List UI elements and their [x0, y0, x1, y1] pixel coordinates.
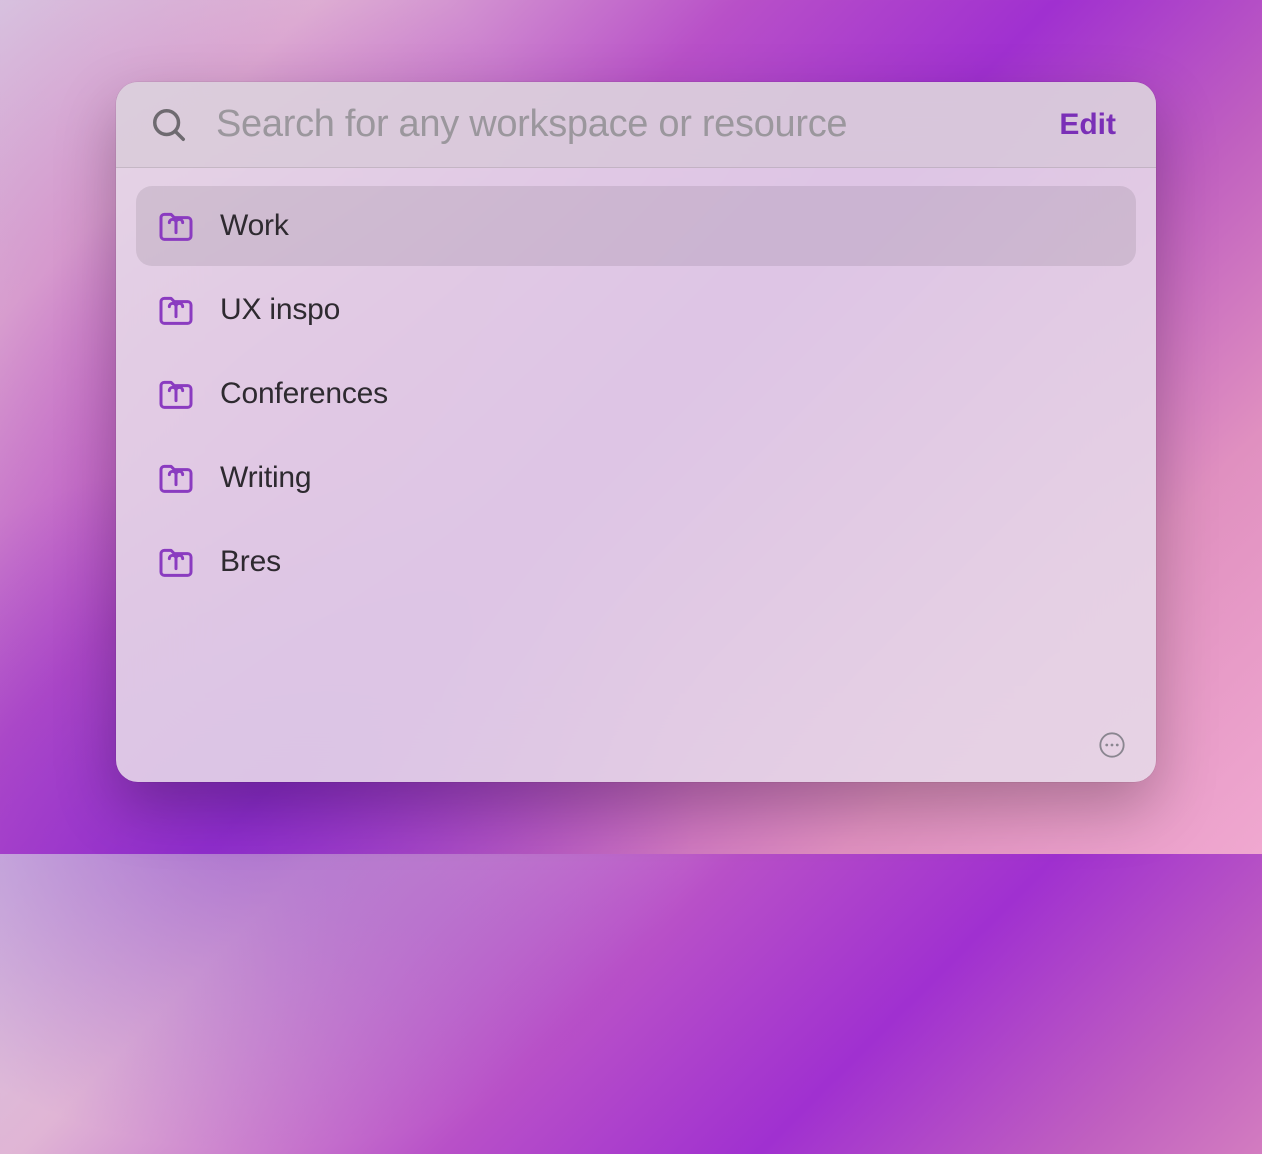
folder-icon: [156, 542, 196, 582]
workspace-label: UX inspo: [220, 293, 340, 327]
workspace-item-work[interactable]: Work: [136, 186, 1136, 266]
folder-icon: [156, 458, 196, 498]
search-input[interactable]: [216, 103, 1053, 146]
workspace-label: Writing: [220, 461, 311, 495]
workspace-label: Work: [220, 209, 289, 243]
more-options-button[interactable]: [1098, 732, 1126, 760]
search-bar: Edit: [116, 82, 1156, 168]
folder-icon: [156, 374, 196, 414]
folder-icon: [156, 206, 196, 246]
search-panel: Edit Work UX inspo: [116, 82, 1156, 782]
workspace-item-writing[interactable]: Writing: [136, 438, 1136, 518]
ellipsis-circle-icon: [1098, 731, 1126, 762]
folder-icon: [156, 290, 196, 330]
workspace-label: Conferences: [220, 377, 388, 411]
workspace-item-bres[interactable]: Bres: [136, 522, 1136, 602]
workspace-item-conferences[interactable]: Conferences: [136, 354, 1136, 434]
workspace-list: Work UX inspo Conferences: [116, 168, 1156, 782]
workspace-label: Bres: [220, 545, 281, 579]
search-icon: [150, 106, 188, 144]
edit-button[interactable]: Edit: [1053, 108, 1122, 142]
workspace-item-ux-inspo[interactable]: UX inspo: [136, 270, 1136, 350]
